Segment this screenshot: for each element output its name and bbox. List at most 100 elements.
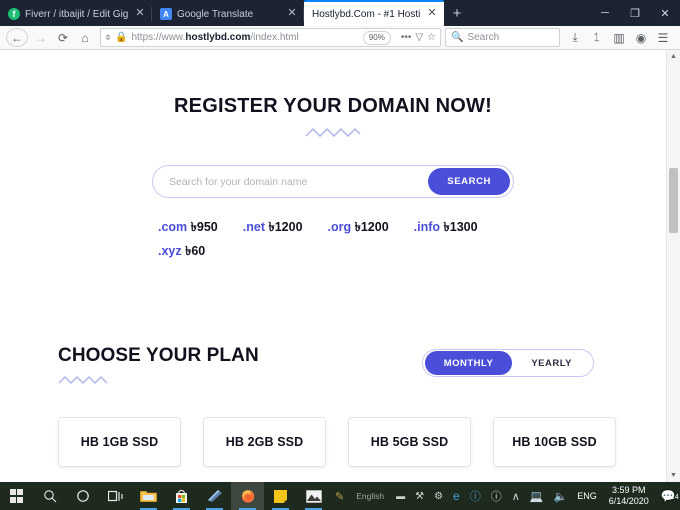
plans-header: CHOOSE YOUR PLAN MONTHLY YEARLY — [58, 345, 666, 385]
window-controls: ─ ❐ ✕ — [590, 0, 680, 26]
reader-mode-icon[interactable]: ▽ — [415, 32, 423, 43]
app-icon[interactable] — [198, 482, 231, 510]
search-icon: 🔍 — [451, 32, 464, 43]
tld-price: ৳1200 — [354, 220, 389, 234]
domain-search-button[interactable]: SEARCH — [428, 168, 510, 195]
help-icon[interactable]: ⓘ — [465, 482, 486, 510]
sidebar-icon[interactable]: ▥ — [608, 28, 630, 48]
plan-title: HB 10GB SSD — [512, 435, 597, 449]
close-icon[interactable]: ✕ — [426, 8, 438, 20]
internet-explorer-icon[interactable]: e — [448, 482, 465, 510]
file-explorer-icon[interactable] — [132, 482, 165, 510]
search-taskbar-icon[interactable] — [33, 482, 66, 510]
domain-search-box[interactable]: SEARCH — [152, 165, 514, 198]
tld-name: .com — [158, 220, 188, 234]
billing-monthly-option[interactable]: MONTHLY — [424, 351, 513, 375]
tld-price-list: .com ৳950 .net ৳1200 .org ৳1200 .info ৳1… — [151, 219, 515, 263]
app-menu-icon[interactable]: ☰ — [652, 28, 674, 48]
plan-card-list: HB 1GB SSD HB 2GB SSD HB 5GB SSD HB 10GB… — [58, 417, 666, 467]
ime-settings-icon[interactable]: ⚙ — [429, 482, 448, 510]
downloads-icon[interactable]: ⤓ — [564, 28, 586, 48]
browser-tab-hostlybd[interactable]: Hostlybd.Com - #1 Hosting & Dom ✕ — [304, 0, 444, 26]
magnifier-icon — [43, 490, 56, 503]
clock-time: 3:59 PM — [611, 485, 646, 495]
zigzag-divider-icon — [58, 375, 108, 385]
browser-search-bar[interactable]: 🔍 Search — [445, 28, 560, 47]
plan-card[interactable]: HB 1GB SSD — [58, 417, 181, 467]
keyboard-layout-indicator[interactable]: ENG — [572, 482, 602, 510]
plan-title: HB 5GB SSD — [370, 435, 449, 449]
info-icon[interactable]: ⓘ — [486, 482, 507, 510]
page-actions-icon[interactable]: ••• — [401, 32, 412, 43]
scroll-up-arrow-icon[interactable]: ▲ — [667, 50, 680, 63]
tld-price: ৳1200 — [268, 220, 303, 234]
tab-title: Hostlybd.Com - #1 Hosting & Dom — [312, 8, 421, 20]
plan-title: HB 1GB SSD — [80, 435, 159, 449]
library-icon[interactable]: ⥠ — [586, 28, 608, 48]
billing-period-toggle[interactable]: MONTHLY YEARLY — [421, 349, 594, 377]
lock-icon: 🔒 — [115, 32, 128, 43]
reload-button[interactable]: ⟳ — [52, 28, 74, 48]
plan-card[interactable]: HB 5GB SSD — [348, 417, 471, 467]
circle-icon — [76, 490, 89, 502]
url-text: https://www.hostlybd.com/index.html — [131, 32, 299, 43]
volume-icon[interactable]: 🔈 — [549, 482, 573, 510]
tld-price-item: .org ৳1200 — [328, 219, 389, 239]
browser-tab-google-translate[interactable]: Google Translate ✕ — [152, 2, 304, 26]
plan-card[interactable]: HB 2GB SSD — [203, 417, 326, 467]
new-tab-button[interactable]: + — [444, 2, 470, 26]
system-tray: ✎ English ▬ ⚒ ⚙ e ⓘ ⓘ ∧ 💻 🔈 ENG 3:59 PM … — [330, 482, 680, 510]
language-indicator[interactable]: English — [349, 482, 391, 510]
address-bar[interactable]: ⌽ 🔒 https://www.hostlybd.com/index.html … — [100, 28, 441, 47]
clock[interactable]: 3:59 PM 6/14/2020 — [602, 485, 656, 507]
page-title: REGISTER YOUR DOMAIN NOW! — [174, 95, 492, 117]
plan-card[interactable]: HB 10GB SSD — [493, 417, 616, 467]
tld-name: .xyz — [158, 244, 182, 258]
task-view-icon[interactable] — [99, 482, 132, 510]
tab-title: Google Translate — [177, 8, 254, 20]
close-window-button[interactable]: ✕ — [650, 0, 680, 26]
show-hidden-icons-button[interactable]: ∧ — [507, 482, 525, 510]
start-button[interactable] — [0, 482, 33, 510]
ime-toolbar-icon[interactable]: ▬ — [391, 482, 410, 510]
maximize-button[interactable]: ❐ — [620, 0, 650, 26]
windows-taskbar: ✎ English ▬ ⚒ ⚙ e ⓘ ⓘ ∧ 💻 🔈 ENG 3:59 PM … — [0, 482, 680, 510]
microsoft-store-icon[interactable] — [165, 482, 198, 510]
close-icon[interactable]: ✕ — [286, 8, 298, 20]
tld-price: ৳950 — [190, 220, 218, 234]
close-icon[interactable]: ✕ — [134, 8, 146, 20]
sticky-notes-icon[interactable] — [264, 482, 297, 510]
home-button[interactable]: ⌂ — [74, 28, 96, 48]
fiverr-icon — [8, 8, 20, 20]
zoom-level-badge[interactable]: 90% — [362, 30, 391, 45]
action-center-button[interactable]: 💬 14 — [656, 489, 680, 503]
firefox-icon[interactable] — [231, 482, 264, 510]
forward-button[interactable]: → — [30, 28, 52, 48]
back-button[interactable]: ← — [6, 28, 28, 47]
section-title: CHOOSE YOUR PLAN — [58, 345, 259, 366]
bookmark-star-icon[interactable]: ☆ — [427, 32, 436, 43]
ime-tools-icon[interactable]: ⚒ — [410, 482, 429, 510]
photos-icon[interactable] — [297, 482, 330, 510]
browser-window: Fiverr / itbaijit / Edit Gig ✕ Google Tr… — [0, 0, 680, 482]
domain-register-section: REGISTER YOUR DOMAIN NOW! SEARCH .com ৳9… — [0, 50, 666, 263]
tld-price-item: .xyz ৳60 — [158, 243, 515, 263]
billing-yearly-option[interactable]: YEARLY — [512, 351, 591, 375]
plan-title: HB 2GB SSD — [225, 435, 304, 449]
scrollbar-thumb[interactable] — [669, 168, 678, 233]
ime-mode-icon[interactable]: ✎ — [330, 482, 349, 510]
tracking-protection-icon[interactable]: ⌽ — [105, 32, 111, 43]
account-icon[interactable]: ◉ — [630, 28, 652, 48]
cortana-icon[interactable] — [66, 482, 99, 510]
store-bag-icon — [176, 489, 187, 503]
toolbar-icons: ⤓ ⥠ ▥ ◉ ☰ — [564, 28, 674, 48]
page-viewport: REGISTER YOUR DOMAIN NOW! SEARCH .com ৳9… — [0, 50, 680, 482]
network-icon[interactable]: 💻 — [525, 482, 549, 510]
minimize-button[interactable]: ─ — [590, 0, 620, 26]
domain-search-input[interactable] — [169, 175, 429, 188]
tld-name: .net — [242, 220, 265, 234]
tab-title: Fiverr / itbaijit / Edit Gig — [25, 8, 129, 20]
page-scrollbar[interactable]: ▲ ▼ — [666, 50, 680, 482]
browser-tab-fiverr[interactable]: Fiverr / itbaijit / Edit Gig ✕ — [0, 2, 152, 26]
scroll-down-arrow-icon[interactable]: ▼ — [667, 469, 680, 482]
